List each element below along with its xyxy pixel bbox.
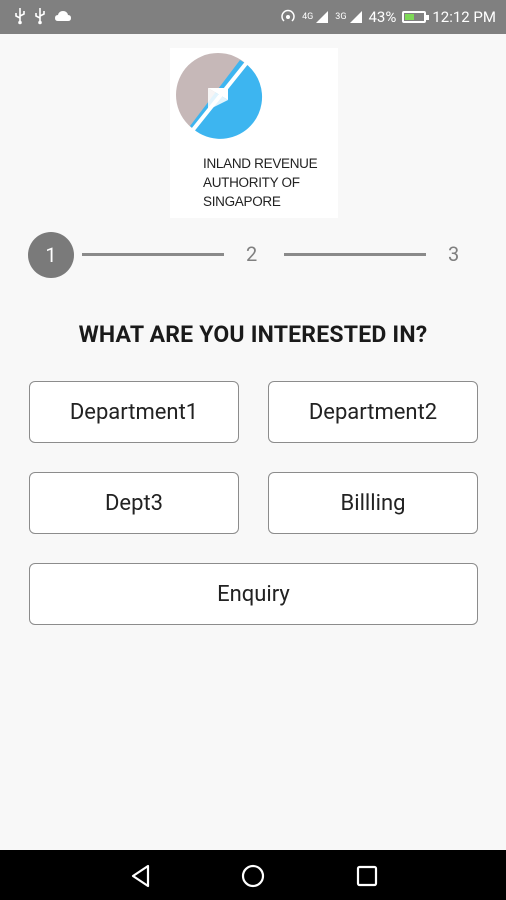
signal-icon: [349, 11, 362, 23]
battery-percent: 43%: [368, 8, 397, 26]
department1-button[interactable]: Department1: [29, 381, 239, 443]
iras-emblem: [176, 53, 263, 139]
iras-logo: INLAND REVENUE AUTHORITY OF SINGAPORE: [170, 48, 338, 218]
step-connector: [284, 253, 426, 256]
logo-line: AUTHORITY OF: [203, 175, 300, 190]
logo-wordmark: INLAND REVENUE AUTHORITY OF SINGAPORE: [203, 154, 333, 211]
recents-icon[interactable]: [354, 863, 380, 889]
department2-button[interactable]: Department2: [268, 381, 478, 443]
battery-icon: [402, 11, 430, 23]
dept3-button[interactable]: Dept3: [29, 472, 239, 534]
signal-icon: [316, 11, 329, 23]
page-title: WHAT ARE YOU INTERESTED IN?: [78, 321, 428, 348]
home-icon[interactable]: [240, 863, 266, 889]
logo-line: INLAND REVENUE: [203, 156, 318, 171]
network-type-4g: 4G: [302, 12, 314, 22]
step-3: 3: [448, 242, 460, 266]
enquiry-button[interactable]: Enquiry: [29, 563, 478, 625]
cloud-icon: [55, 11, 71, 21]
step-label: 1: [45, 243, 57, 267]
clock: 12:12 PM: [432, 8, 496, 26]
step-1-active: 1: [28, 232, 74, 278]
step-connector: [82, 253, 224, 256]
billing-button[interactable]: Billling: [268, 472, 478, 534]
usb-icon: [35, 8, 45, 25]
step-2: 2: [246, 242, 258, 266]
back-icon[interactable]: [128, 863, 154, 889]
status-bar-system: 4G 3G 43% 12:12 PM: [280, 7, 496, 27]
navigation-bar: [0, 850, 506, 900]
status-bar: 4G 3G 43% 12:12 PM: [0, 0, 506, 34]
logo-line: SINGAPORE: [203, 194, 281, 209]
status-bar-notifications: [14, 7, 72, 25]
usb-icon: [15, 8, 25, 25]
network-type-3g: 3G: [335, 12, 347, 22]
hotspot-icon: [281, 9, 295, 22]
